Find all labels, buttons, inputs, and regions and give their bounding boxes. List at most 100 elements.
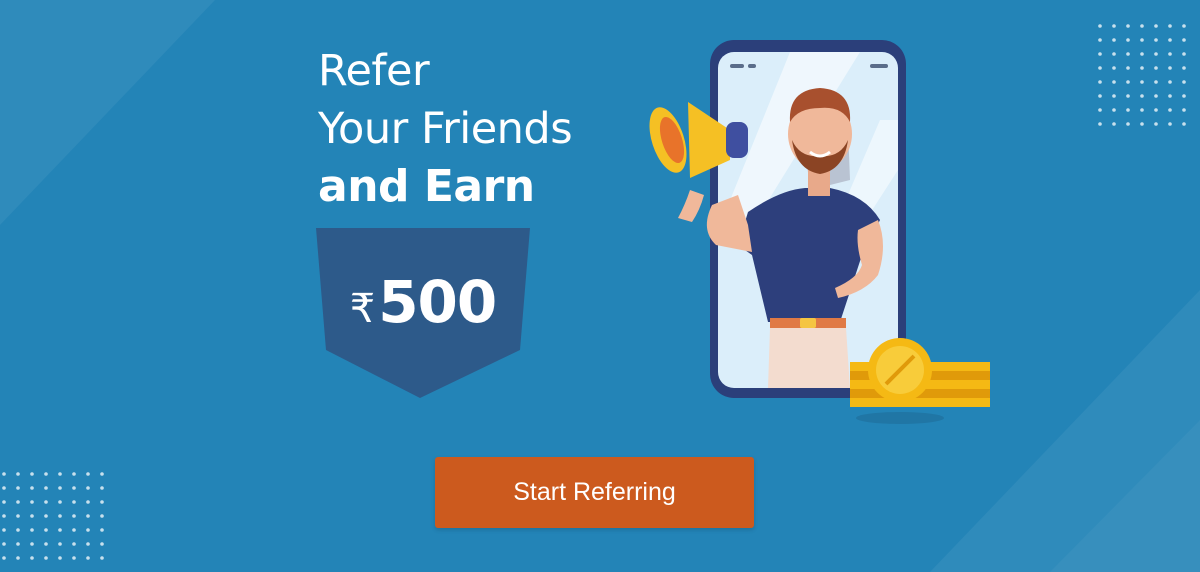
decor-dot bbox=[58, 472, 62, 476]
coin-icon bbox=[868, 338, 932, 402]
decor-dot bbox=[1140, 94, 1144, 98]
decor-dot bbox=[1154, 108, 1158, 112]
decor-dot bbox=[1168, 108, 1172, 112]
decor-dot bbox=[1140, 108, 1144, 112]
headline-line-2: Your Friends bbox=[318, 104, 573, 154]
decor-dot bbox=[1154, 94, 1158, 98]
decor-dot bbox=[1182, 52, 1186, 56]
decor-dot bbox=[2, 500, 6, 504]
decor-dot bbox=[1112, 94, 1116, 98]
decor-dot bbox=[44, 486, 48, 490]
rupee-icon: ₹ bbox=[349, 286, 375, 332]
decor-dot bbox=[58, 542, 62, 546]
decor-dot bbox=[1112, 52, 1116, 56]
decor-dot bbox=[86, 472, 90, 476]
decor-dot bbox=[16, 542, 20, 546]
start-referring-button[interactable]: Start Referring bbox=[435, 457, 754, 528]
decor-dot bbox=[1154, 122, 1158, 126]
decor-dot bbox=[1140, 66, 1144, 70]
decor-dot bbox=[1126, 80, 1130, 84]
decor-dot bbox=[1154, 38, 1158, 42]
decor-dot bbox=[44, 528, 48, 532]
decor-dot bbox=[1168, 38, 1172, 42]
decor-dot bbox=[2, 514, 6, 518]
decor-dot bbox=[44, 556, 48, 560]
decor-dot bbox=[86, 542, 90, 546]
decor-dot bbox=[16, 514, 20, 518]
decor-dot bbox=[30, 500, 34, 504]
decor-dot bbox=[30, 528, 34, 532]
decor-dot bbox=[2, 542, 6, 546]
decor-dot bbox=[86, 556, 90, 560]
decor-dot bbox=[86, 500, 90, 504]
decor-dot bbox=[58, 556, 62, 560]
decor-dot bbox=[1126, 108, 1130, 112]
decor-dot bbox=[2, 472, 6, 476]
reward-value: 500 bbox=[378, 268, 497, 336]
decor-dot bbox=[1168, 24, 1172, 28]
decor-dot bbox=[1098, 94, 1102, 98]
decor-dot bbox=[100, 500, 104, 504]
decor-dot bbox=[1140, 80, 1144, 84]
decor-dot bbox=[16, 486, 20, 490]
decor-dot bbox=[58, 486, 62, 490]
decor-dot bbox=[1140, 24, 1144, 28]
decor-dot bbox=[16, 472, 20, 476]
decor-dot bbox=[1112, 122, 1116, 126]
decor-dot bbox=[16, 528, 20, 532]
decor-dot bbox=[86, 528, 90, 532]
decor-dot bbox=[72, 486, 76, 490]
decor-dot bbox=[1098, 122, 1102, 126]
headline-line-3: and Earn bbox=[318, 161, 535, 212]
decor-dot bbox=[1154, 52, 1158, 56]
decor-dot bbox=[1168, 122, 1172, 126]
decor-dot bbox=[1168, 94, 1172, 98]
decor-dot bbox=[1112, 80, 1116, 84]
decor-dot bbox=[2, 486, 6, 490]
decor-dot bbox=[1154, 66, 1158, 70]
decor-dot bbox=[1154, 24, 1158, 28]
decor-dot bbox=[72, 472, 76, 476]
decor-dot bbox=[16, 556, 20, 560]
decor-dot bbox=[58, 500, 62, 504]
decor-dot bbox=[2, 556, 6, 560]
decor-dot bbox=[44, 514, 48, 518]
decor-dot bbox=[100, 514, 104, 518]
decor-dot bbox=[1182, 108, 1186, 112]
dot-grid-top-right bbox=[1098, 24, 1186, 126]
decor-dot bbox=[30, 486, 34, 490]
decor-dot bbox=[1182, 66, 1186, 70]
decor-dot bbox=[72, 556, 76, 560]
decor-dot bbox=[1182, 94, 1186, 98]
decor-dot bbox=[1168, 80, 1172, 84]
decor-dot bbox=[30, 514, 34, 518]
decor-dot bbox=[72, 542, 76, 546]
decor-dot bbox=[1112, 66, 1116, 70]
decor-dot bbox=[1112, 24, 1116, 28]
headline-line-1: Refer bbox=[318, 46, 430, 96]
decor-dot bbox=[1140, 122, 1144, 126]
headline: Refer Your Friends and Earn bbox=[318, 42, 573, 216]
decor-dot bbox=[1098, 38, 1102, 42]
decor-dot bbox=[30, 472, 34, 476]
decor-dot bbox=[1098, 66, 1102, 70]
decor-dot bbox=[1140, 38, 1144, 42]
decor-dot bbox=[1126, 52, 1130, 56]
decor-dot bbox=[86, 514, 90, 518]
decor-dot bbox=[72, 514, 76, 518]
decor-dot bbox=[58, 514, 62, 518]
reward-badge: ₹500 bbox=[314, 228, 532, 398]
reward-amount: ₹500 bbox=[314, 268, 532, 336]
decor-dot bbox=[1098, 24, 1102, 28]
decor-dot bbox=[1112, 108, 1116, 112]
referral-banner: Refer Your Friends and Earn ₹500 Start R… bbox=[0, 0, 1200, 572]
decor-dot bbox=[100, 556, 104, 560]
referral-illustration bbox=[649, 40, 990, 424]
decor-dot bbox=[1126, 38, 1130, 42]
decor-dot bbox=[1182, 24, 1186, 28]
decor-dot bbox=[16, 500, 20, 504]
decor-dot bbox=[100, 472, 104, 476]
decor-dot bbox=[44, 542, 48, 546]
decor-dot bbox=[1168, 52, 1172, 56]
decor-dot bbox=[1098, 108, 1102, 112]
